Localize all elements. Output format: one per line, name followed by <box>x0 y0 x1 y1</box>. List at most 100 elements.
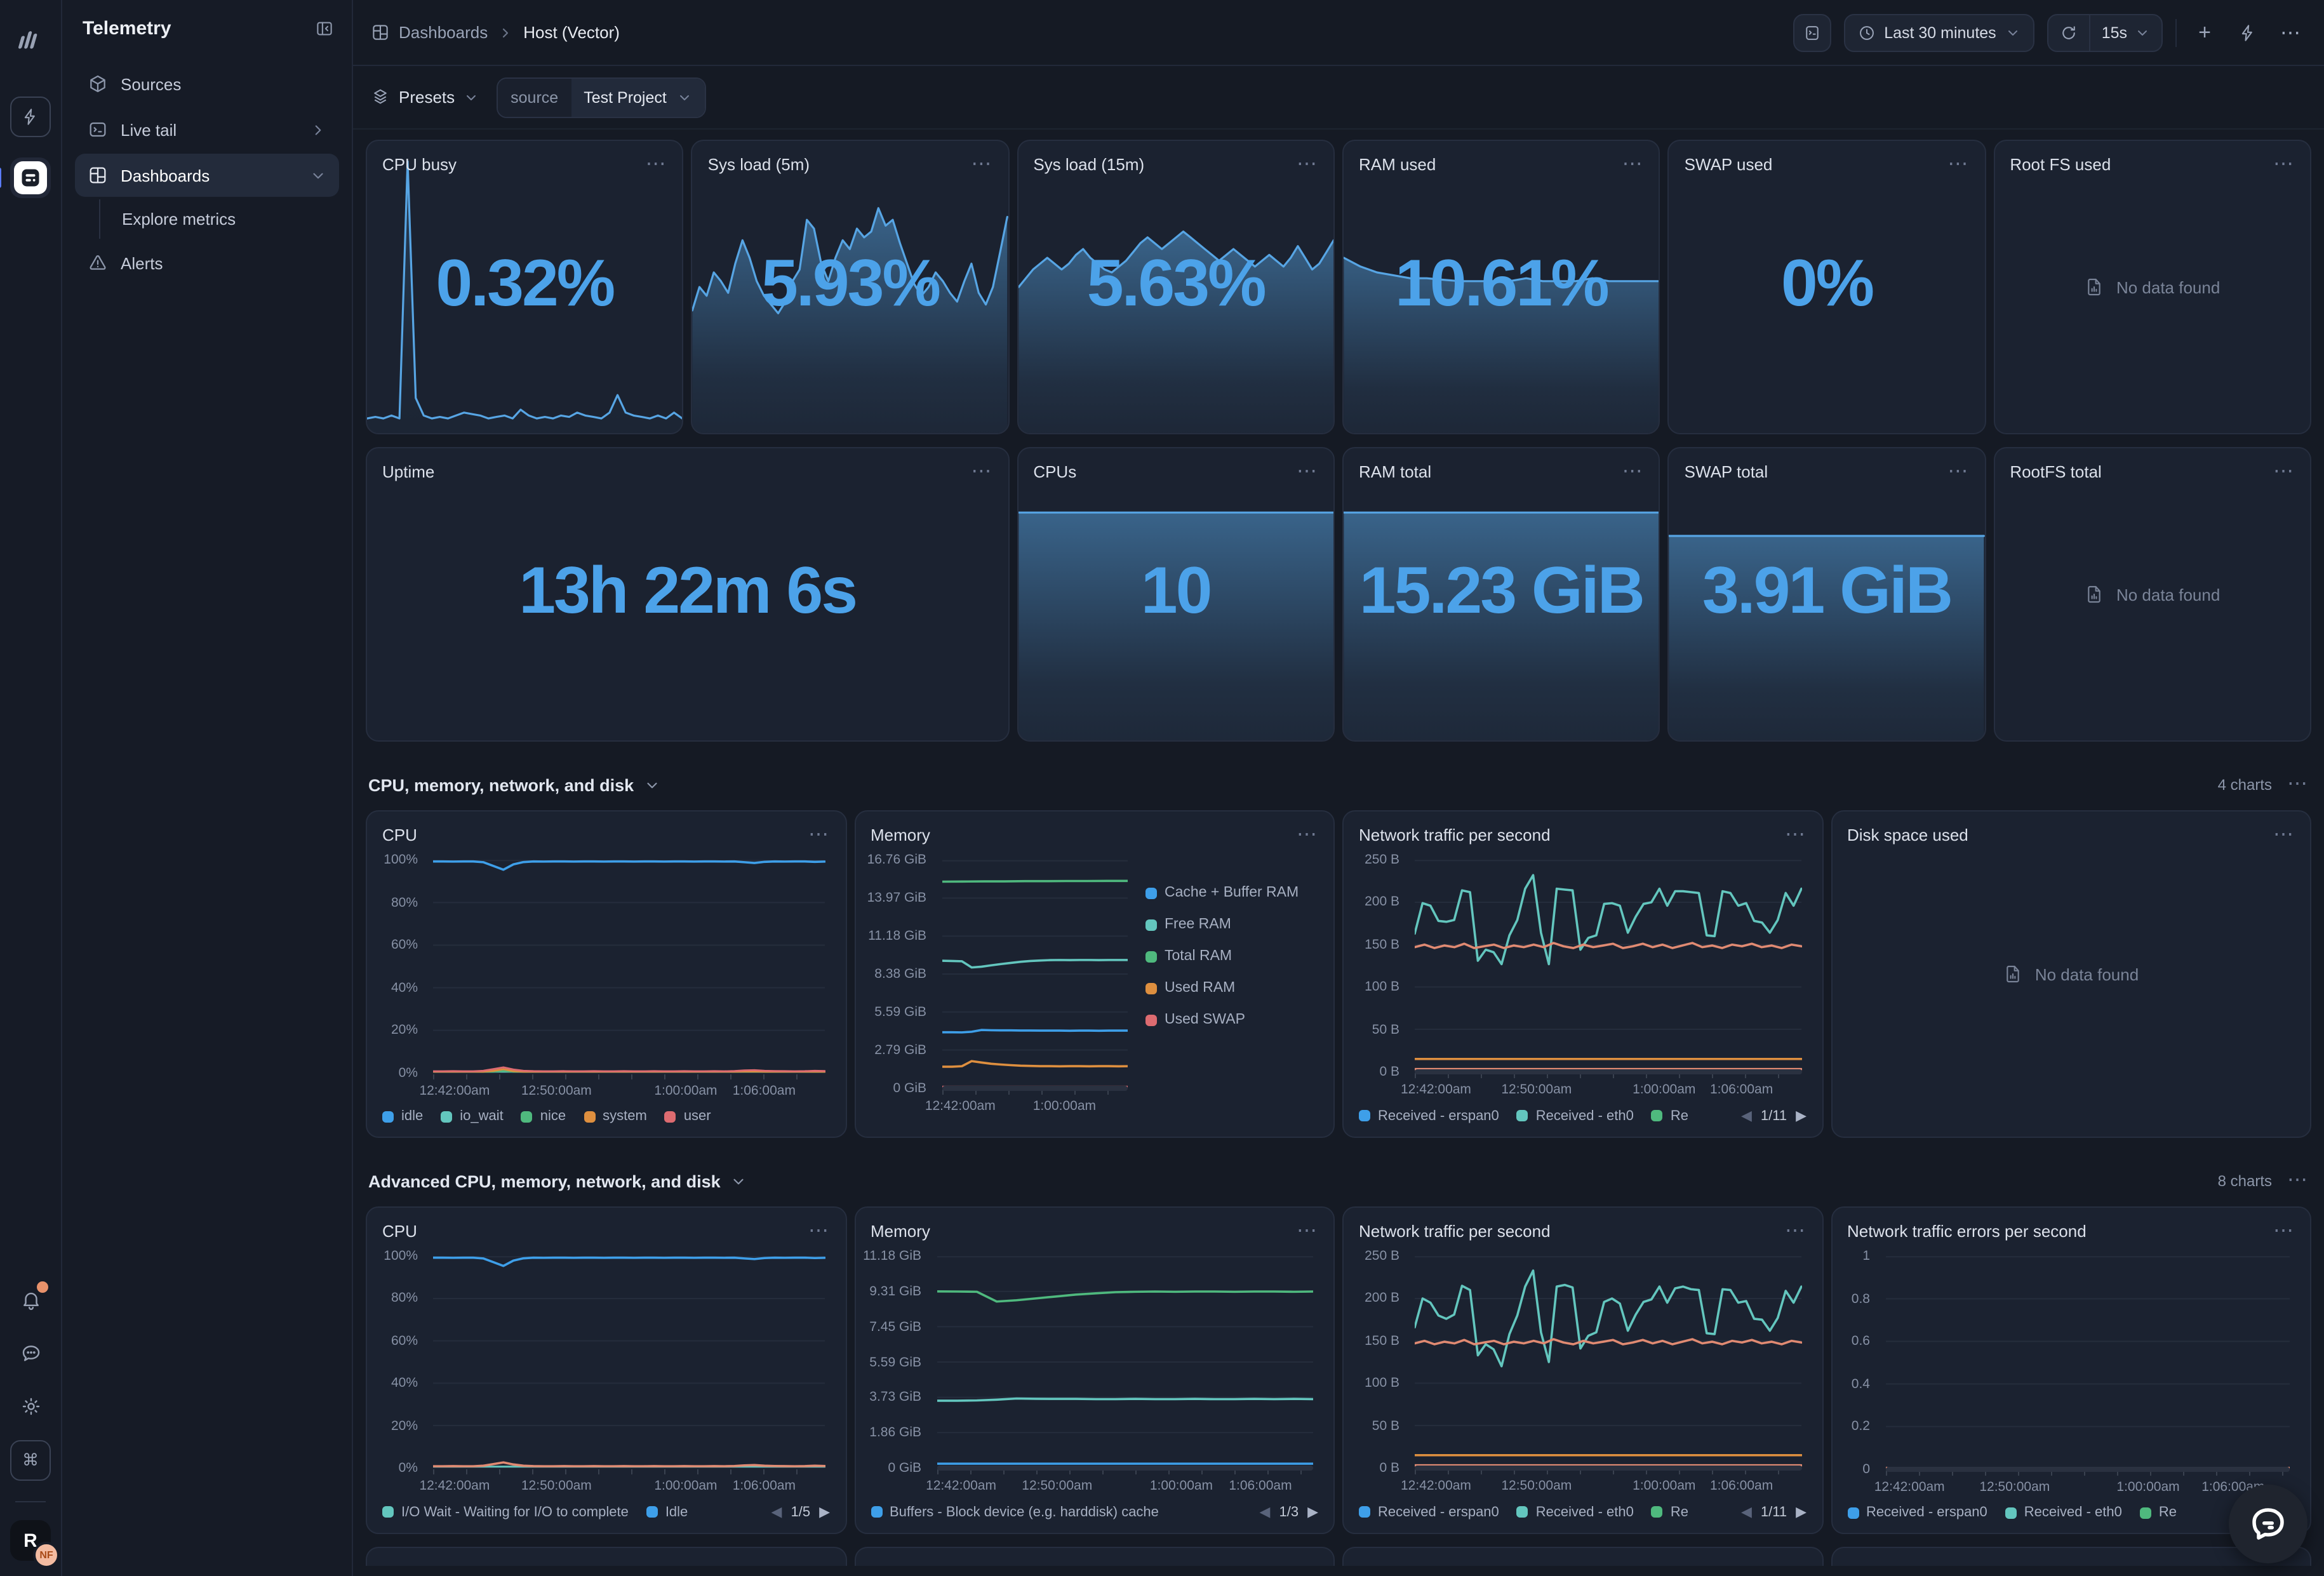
card-menu-button[interactable]: ⋯ <box>808 1226 830 1236</box>
workspace-avatar[interactable]: R NF <box>10 1520 51 1561</box>
source-filter[interactable]: source Test Project <box>497 77 706 117</box>
card-menu-button[interactable]: ⋯ <box>1297 159 1318 170</box>
legend-chip <box>1652 1506 1663 1518</box>
pager-page: 1/11 <box>1761 1504 1787 1519</box>
quickstart-icon[interactable] <box>10 97 51 137</box>
legend-item[interactable]: nice <box>521 1109 566 1124</box>
sidebar-item-live-tail[interactable]: Live tail <box>75 108 339 151</box>
x-tick-label: 12:42:00am <box>419 1478 490 1493</box>
legend-item[interactable]: Received - erspan0 <box>1359 1504 1499 1519</box>
legend-chip <box>871 1506 882 1518</box>
legend-item[interactable]: io_wait <box>441 1109 504 1124</box>
chart-plot <box>937 1256 1313 1468</box>
legend-item[interactable]: idle <box>382 1109 423 1124</box>
legend-item[interactable]: Received - eth0 <box>1517 1108 1634 1123</box>
card-menu-button[interactable]: ⋯ <box>808 830 830 840</box>
rail-item-telemetry-active[interactable] <box>10 157 51 198</box>
breadcrumb-dashboards[interactable]: Dashboards <box>371 23 488 42</box>
y-axis-labels: 16.76 GiB13.97 GiB11.18 GiB8.38 GiB5.59 … <box>863 860 937 1088</box>
x-axis-baseline <box>1415 1466 1801 1471</box>
legend-item[interactable]: Re <box>2140 1505 2177 1520</box>
card-menu-button[interactable]: ⋯ <box>971 159 992 170</box>
no-data-document-icon <box>2003 964 2024 984</box>
brand-logo[interactable] <box>11 20 50 58</box>
legend-item[interactable]: system <box>584 1109 647 1124</box>
quick-actions-button[interactable] <box>2233 13 2263 51</box>
x-tick-label: 1:06:00am <box>1229 1478 1292 1493</box>
pager-next-icon[interactable]: ▶ <box>1307 1504 1318 1520</box>
section-menu-button[interactable]: ⋯ <box>2287 1176 2309 1186</box>
console-button[interactable] <box>1793 13 1831 51</box>
chart-plot <box>1415 1256 1801 1468</box>
legend-item[interactable]: Re <box>1652 1108 1688 1123</box>
section-collapse-chevron-icon[interactable] <box>731 1173 747 1189</box>
card-menu-button[interactable]: ⋯ <box>2273 467 2295 477</box>
pager-next-icon[interactable]: ▶ <box>1796 1107 1806 1124</box>
add-chart-button[interactable]: + <box>2189 13 2220 51</box>
legend-item[interactable]: Buffers - Block device (e.g. harddisk) c… <box>871 1504 1159 1519</box>
card-menu-button[interactable]: ⋯ <box>1622 159 1644 170</box>
legend-item[interactable]: Used RAM <box>1145 980 1318 996</box>
card-menu-button[interactable]: ⋯ <box>1297 830 1318 840</box>
legend-item[interactable]: Free RAM <box>1145 917 1318 932</box>
legend-item[interactable]: Total RAM <box>1145 949 1318 964</box>
sidebar-item-sources[interactable]: Sources <box>75 62 339 105</box>
legend-item[interactable]: I/O Wait - Waiting for I/O to complete <box>382 1504 629 1519</box>
legend-item[interactable]: Idle <box>646 1504 688 1519</box>
card-menu-button[interactable]: ⋯ <box>1785 830 1806 840</box>
section-collapse-chevron-icon[interactable] <box>644 777 660 793</box>
card-menu-button[interactable]: ⋯ <box>646 159 667 170</box>
y-tick-label: 3.73 GiB <box>869 1390 921 1405</box>
theme-toggle-sun-icon[interactable] <box>11 1387 50 1425</box>
sidebar-item-dashboards[interactable]: Dashboards <box>75 154 339 197</box>
card-menu-button[interactable]: ⋯ <box>2273 159 2295 170</box>
card-menu-button[interactable]: ⋯ <box>1297 1226 1318 1236</box>
legend-item[interactable]: Used SWAP <box>1145 1012 1318 1027</box>
y-tick-label: 80% <box>391 1291 418 1306</box>
sidebar-collapse-icon[interactable] <box>315 19 334 38</box>
notifications-bell-icon[interactable] <box>11 1280 50 1318</box>
y-tick-label: 100 B <box>1365 1375 1399 1391</box>
legend-pager: ◀1/11▶ <box>1741 1107 1806 1124</box>
refresh-button[interactable] <box>2048 15 2089 50</box>
card-menu-button[interactable]: ⋯ <box>1947 159 1969 170</box>
card-menu-button[interactable]: ⋯ <box>1622 467 1644 477</box>
card-menu-button[interactable]: ⋯ <box>1947 467 1969 477</box>
pager-prev-icon[interactable]: ◀ <box>1741 1504 1752 1520</box>
card-menu-button[interactable]: ⋯ <box>1785 1226 1806 1236</box>
x-tick-label: 12:50:00am <box>1022 1478 1092 1493</box>
section-menu-button[interactable]: ⋯ <box>2287 780 2309 790</box>
pager-next-icon[interactable]: ▶ <box>1796 1504 1806 1520</box>
legend-item[interactable]: Re <box>1652 1504 1688 1519</box>
card-menu-button[interactable]: ⋯ <box>971 467 992 477</box>
legend-item[interactable]: Received - erspan0 <box>1359 1108 1499 1123</box>
card-menu-button[interactable]: ⋯ <box>2273 1226 2295 1236</box>
command-menu-icon[interactable]: ⌘ <box>10 1440 51 1481</box>
sidebar-item-alerts[interactable]: Alerts <box>75 241 339 284</box>
legend-item[interactable]: user <box>665 1109 711 1124</box>
chat-launcher-button[interactable] <box>2229 1485 2307 1563</box>
refresh-interval-select[interactable]: 15s <box>2089 15 2161 50</box>
pager-prev-icon[interactable]: ◀ <box>1260 1504 1271 1520</box>
card-menu-button[interactable]: ⋯ <box>1297 467 1318 477</box>
x-axis-baseline <box>942 1086 1128 1091</box>
legend-item[interactable]: Received - erspan0 <box>1847 1505 1987 1520</box>
more-options-button[interactable]: ⋯ <box>2276 13 2306 51</box>
sidebar-item-explore-metrics[interactable]: Explore metrics <box>109 199 339 239</box>
presets-button[interactable]: Presets <box>371 88 479 107</box>
legend-item[interactable]: Cache + Buffer RAM <box>1145 885 1318 900</box>
pager-prev-icon[interactable]: ◀ <box>771 1504 782 1520</box>
legend-item[interactable]: Received - eth0 <box>1517 1504 1634 1519</box>
time-range-picker[interactable]: Last 30 minutes <box>1843 13 2034 51</box>
card-menu-button[interactable]: ⋯ <box>2273 830 2295 840</box>
x-tick-label: 1:00:00am <box>654 1478 717 1493</box>
refresh-control: 15s <box>2047 13 2163 51</box>
legend-item[interactable]: Received - eth0 <box>2005 1505 2122 1520</box>
chart-title: CPU <box>382 1222 417 1241</box>
stat-card-title: Sys load (5m) <box>708 155 810 174</box>
x-axis-baseline <box>1885 1467 2290 1472</box>
feedback-chat-icon[interactable] <box>11 1333 50 1372</box>
pager-next-icon[interactable]: ▶ <box>819 1504 830 1520</box>
pager-prev-icon[interactable]: ◀ <box>1741 1107 1752 1124</box>
x-axis-labels: 12:42:00am12:50:00am1:00:00am1:06:00am <box>1415 1474 1801 1495</box>
